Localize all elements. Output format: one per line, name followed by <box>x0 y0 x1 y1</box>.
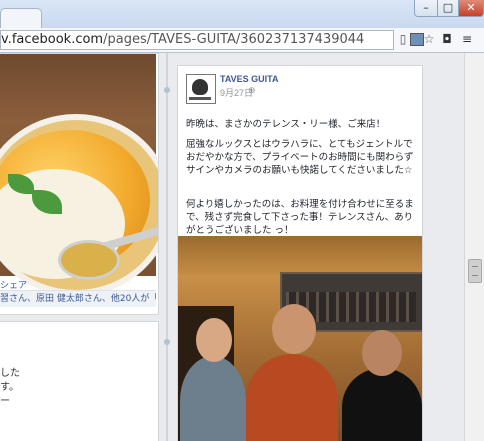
star-icon[interactable]: ☆ <box>422 32 436 46</box>
browser-toolbar: v.facebook.com/pages/TAVES-GUITA/3602371… <box>0 28 484 53</box>
globe-icon: ⊕ <box>248 86 256 96</box>
timeline-dot <box>164 87 170 93</box>
minimize-icon[interactable]: – <box>414 0 438 17</box>
menu-icon[interactable]: ≡ <box>460 32 474 46</box>
post-paragraph: 昨晩は、まさかのテレンス・リー様、ご来店！ <box>186 119 386 130</box>
page-name-link[interactable]: TAVES GUITA <box>220 74 279 84</box>
browser-tab[interactable] <box>0 8 42 29</box>
close-icon[interactable]: ✕ <box>458 0 484 17</box>
pocket-icon[interactable]: ◘ <box>440 32 454 46</box>
snippet-line: す。 <box>0 382 19 393</box>
post-paragraph: 屈強なルックスとはウラハラに、とてもジェントルでおだやかな方で、プライベートのお… <box>186 139 414 176</box>
likes-summary[interactable]: 習さん、原田 健太郎さん、他20人が「いいね！」 <box>0 290 156 307</box>
page-content: シェア 習さん、原田 健太郎さん、他20人が「いいね！」 した す。 ー TAV… <box>0 53 464 441</box>
scroll-thumb[interactable] <box>468 259 482 283</box>
address-bar[interactable]: v.facebook.com/pages/TAVES-GUITA/3602371… <box>0 30 394 50</box>
snippet-line: ー <box>0 396 10 407</box>
snippet-line: した <box>0 368 20 379</box>
post-photo[interactable] <box>178 236 422 441</box>
url-path: /pages/TAVES-GUITA/360237137439044 <box>103 32 365 47</box>
vertical-scrollbar[interactable] <box>464 53 484 441</box>
timeline-dot <box>164 339 170 345</box>
maximize-icon[interactable]: □ <box>437 0 459 17</box>
mobile-icon[interactable]: ▯ <box>396 32 410 46</box>
food-photo[interactable] <box>0 54 158 296</box>
page-avatar[interactable] <box>186 74 216 104</box>
post-paragraph: 何より嬉しかったのは、お料理を付け合わせに至るまで、残さず完食して下さった事！テ… <box>186 199 414 236</box>
browser-titlebar: – □ ✕ <box>0 0 484 29</box>
url-host: v.facebook.com <box>1 32 104 47</box>
facebook-post: TAVES GUITA 9月27日 ⊕ 昨晩は、まさかのテレンス・リー様、ご来店… <box>177 65 423 441</box>
timeline-divider <box>166 53 168 441</box>
left-post-card-2: した す。 ー <box>0 321 159 441</box>
left-post-card: シェア 習さん、原田 健太郎さん、他20人が「いいね！」 <box>0 53 159 315</box>
